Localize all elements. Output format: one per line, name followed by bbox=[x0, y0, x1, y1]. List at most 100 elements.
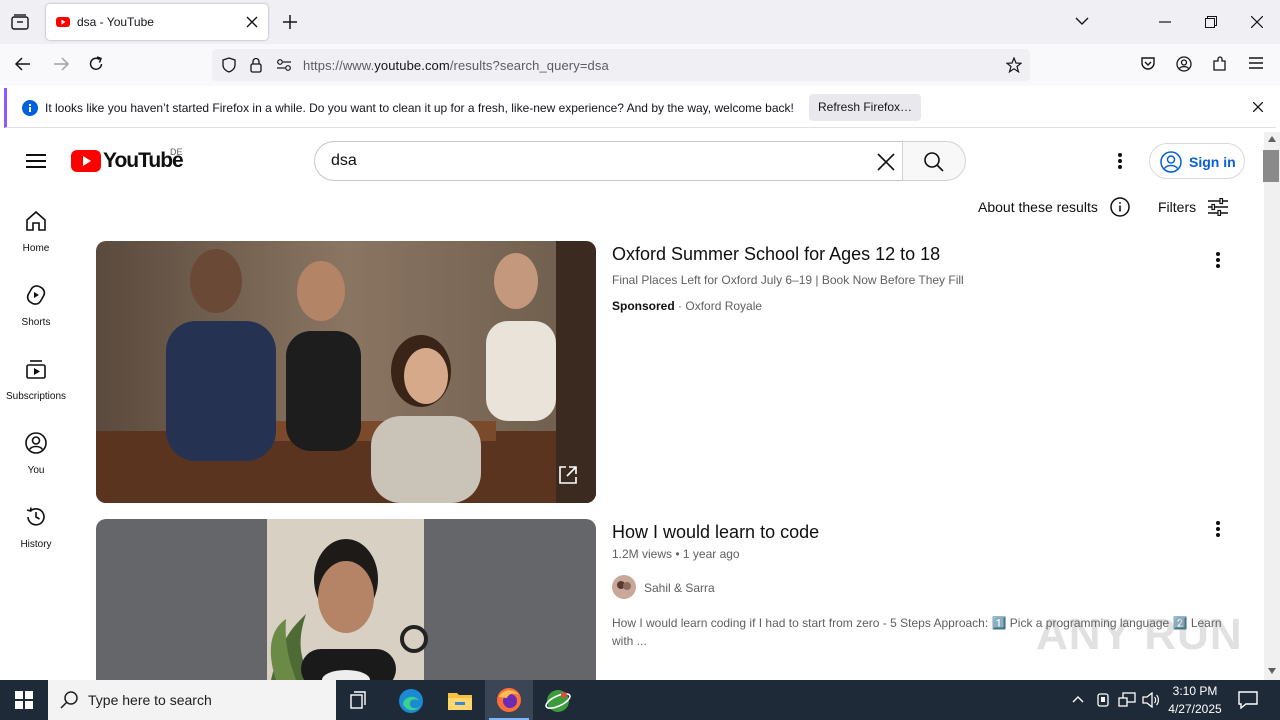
search-icon bbox=[924, 152, 944, 172]
channel-avatar[interactable] bbox=[612, 575, 636, 599]
tray-device-icon[interactable] bbox=[1096, 692, 1110, 708]
page-scrollbar[interactable] bbox=[1264, 132, 1280, 680]
scroll-down-arrow-icon[interactable] bbox=[1268, 668, 1276, 674]
sidebar-item-history[interactable]: History bbox=[0, 498, 72, 572]
subscriptions-icon bbox=[26, 360, 46, 379]
tray-chevron-up-icon[interactable] bbox=[1072, 695, 1084, 703]
filters-icon[interactable] bbox=[1208, 198, 1228, 216]
tray-date[interactable]: 4/27/2025 bbox=[1166, 702, 1224, 716]
refresh-firefox-button[interactable]: Refresh Firefox… bbox=[809, 94, 921, 121]
windows-taskbar: Type here to search 3:10 PM 4/27/2025 bbox=[0, 680, 1280, 720]
extensions-icon[interactable] bbox=[1212, 56, 1228, 72]
pocket-icon[interactable] bbox=[1140, 56, 1156, 72]
windows-start-icon[interactable] bbox=[15, 691, 33, 709]
task-view-icon[interactable] bbox=[350, 691, 370, 709]
separator-dot: · bbox=[678, 299, 683, 313]
tray-network-icon[interactable] bbox=[1118, 692, 1136, 708]
sidebar-item-you[interactable]: You bbox=[0, 424, 72, 498]
advertiser-name[interactable]: Oxford Royale bbox=[685, 299, 762, 313]
region-code: DE bbox=[170, 147, 183, 157]
browser-tab-active[interactable]: dsa - YouTube bbox=[46, 4, 268, 40]
video-title[interactable]: How I would learn to code bbox=[612, 522, 819, 543]
sidebar-label-history: History bbox=[20, 539, 52, 550]
navigation-bar: https://www.youtube.com/results?search_q… bbox=[0, 44, 1280, 86]
video-more-actions-icon[interactable] bbox=[1215, 520, 1221, 538]
notification-message: It looks like you haven’t started Firefo… bbox=[45, 101, 794, 115]
url-path: /results?search_query=dsa bbox=[449, 58, 609, 73]
clear-search-icon[interactable] bbox=[877, 153, 895, 171]
filters-label[interactable]: Filters bbox=[1158, 199, 1196, 215]
scrollbar-thumb[interactable] bbox=[1263, 150, 1279, 182]
notification-center-icon[interactable] bbox=[1238, 691, 1258, 709]
sidebar-label-subscriptions: Subscriptions bbox=[5, 391, 67, 402]
tray-time[interactable]: 3:10 PM bbox=[1166, 684, 1224, 698]
minimize-icon[interactable] bbox=[1159, 21, 1171, 23]
url-domain: youtube.com bbox=[374, 58, 450, 73]
external-link-icon[interactable] bbox=[558, 465, 578, 485]
sidebar-item-shorts[interactable]: Shorts bbox=[0, 276, 72, 350]
tracking-protection-shield-icon[interactable] bbox=[222, 57, 236, 73]
app-menu-icon[interactable] bbox=[1249, 57, 1263, 69]
ad-more-actions-icon[interactable] bbox=[1215, 251, 1221, 269]
back-arrow-icon[interactable] bbox=[15, 57, 31, 71]
ad-sponsor-line: Sponsored · Oxford Royale bbox=[612, 299, 762, 313]
url-prefix: https://www. bbox=[303, 58, 375, 73]
you-icon bbox=[25, 432, 47, 454]
reload-icon[interactable] bbox=[88, 56, 104, 72]
edge-browser-icon[interactable] bbox=[398, 688, 424, 714]
address-bar[interactable]: https://www.youtube.com/results?search_q… bbox=[212, 49, 1030, 81]
search-button[interactable] bbox=[902, 141, 966, 181]
firefox-taskbar-button[interactable] bbox=[485, 680, 533, 720]
user-circle-icon bbox=[1160, 151, 1182, 173]
notification-close-icon[interactable] bbox=[1253, 102, 1263, 112]
video-views-age: 1.2M views • 1 year ago bbox=[612, 547, 740, 561]
guide-menu-icon[interactable] bbox=[26, 153, 46, 169]
sponsored-label: Sponsored bbox=[612, 299, 675, 313]
video-thumbnail[interactable] bbox=[96, 519, 596, 680]
youtube-logo-icon[interactable] bbox=[71, 150, 101, 172]
tray-volume-icon[interactable] bbox=[1142, 692, 1160, 708]
firefox-notification-bar: It looks like you haven’t started Firefo… bbox=[4, 88, 1276, 128]
taskbar-search-icon bbox=[60, 691, 78, 709]
sidebar-label-shorts: Shorts bbox=[21, 317, 51, 328]
sidebar-label-you: You bbox=[27, 465, 45, 476]
channel-name[interactable]: Sahil & Sarra bbox=[644, 581, 715, 595]
info-icon bbox=[22, 100, 38, 116]
search-input[interactable]: dsa bbox=[314, 141, 903, 181]
taskbar-search-box[interactable]: Type here to search bbox=[48, 680, 336, 720]
video-thumbnail-image bbox=[96, 519, 596, 680]
sidebar-item-home[interactable]: Home bbox=[0, 202, 72, 276]
file-explorer-icon[interactable] bbox=[447, 689, 473, 711]
tab-title: dsa - YouTube bbox=[77, 15, 154, 29]
shorts-icon bbox=[26, 285, 46, 305]
scroll-up-arrow-icon[interactable] bbox=[1268, 136, 1276, 142]
tab-overview-icon[interactable] bbox=[11, 14, 29, 30]
lock-icon[interactable] bbox=[250, 57, 262, 73]
network-app-icon[interactable] bbox=[544, 688, 572, 714]
ad-thumbnail[interactable] bbox=[96, 241, 596, 503]
new-tab-icon[interactable] bbox=[283, 15, 297, 29]
list-tabs-chevron-icon[interactable] bbox=[1075, 17, 1089, 26]
sign-in-label: Sign in bbox=[1189, 154, 1236, 170]
account-icon[interactable] bbox=[1176, 56, 1192, 72]
bookmark-star-icon[interactable] bbox=[1006, 57, 1022, 73]
firefox-icon bbox=[497, 688, 521, 712]
url-text: https://www.youtube.com/results?search_q… bbox=[303, 58, 609, 73]
info-circle-icon[interactable] bbox=[1110, 197, 1130, 217]
video-description-cont: with ... bbox=[612, 634, 647, 648]
search-value: dsa bbox=[331, 152, 357, 169]
history-icon bbox=[26, 507, 45, 526]
restore-icon[interactable] bbox=[1205, 16, 1217, 28]
tab-bar: dsa - YouTube bbox=[0, 0, 1280, 44]
ad-title[interactable]: Oxford Summer School for Ages 12 to 18 bbox=[612, 244, 940, 265]
about-these-results-label[interactable]: About these results bbox=[978, 199, 1098, 215]
sidebar-item-subscriptions[interactable]: Subscriptions bbox=[0, 350, 72, 424]
forward-arrow-icon[interactable] bbox=[53, 57, 69, 71]
home-icon bbox=[26, 210, 46, 231]
site-permissions-icon[interactable] bbox=[276, 58, 292, 72]
tab-close-icon[interactable] bbox=[246, 16, 258, 28]
anyrun-watermark: ANY RUN bbox=[1036, 610, 1243, 659]
window-close-icon[interactable] bbox=[1251, 16, 1263, 28]
sign-in-button[interactable]: Sign in bbox=[1149, 143, 1245, 179]
settings-kebab-icon[interactable] bbox=[1117, 152, 1123, 170]
